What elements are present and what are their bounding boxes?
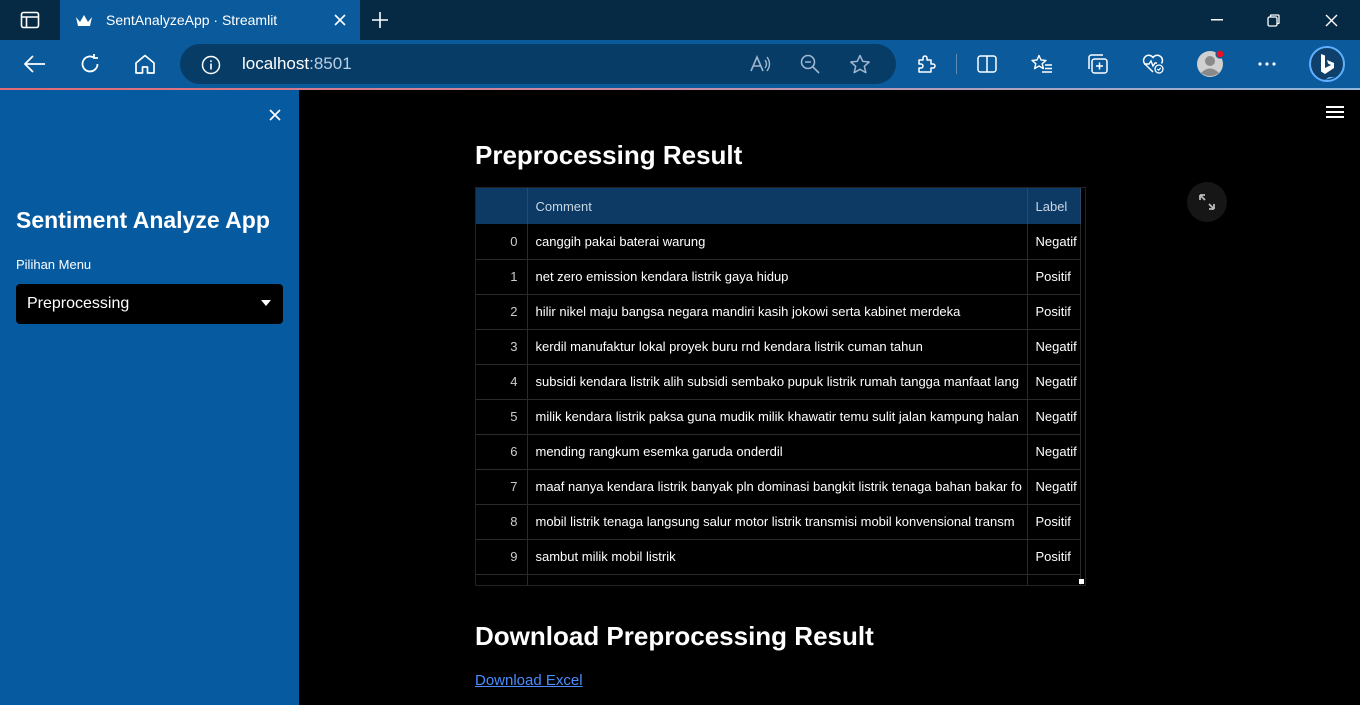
toolbar-separator: [956, 54, 957, 74]
active-tab[interactable]: SentAnalyzeApp · Streamlit: [60, 0, 360, 40]
table-row[interactable]: 1 net zero emission kendara listrik gaya …: [476, 259, 1081, 295]
row-index-cell[interactable]: 4: [476, 364, 528, 400]
table-row[interactable]: 2 hilir nikel maju bangsa negara mandiri …: [476, 294, 1081, 330]
url-host: localhost: [242, 54, 310, 73]
comment-cell[interactable]: sambut milik mobil listrik: [527, 539, 1028, 575]
main-content: Preprocessing Result Comment Label 0 cang…: [299, 90, 1360, 705]
empty-cell[interactable]: [476, 574, 528, 585]
collections-icon[interactable]: [1081, 48, 1115, 80]
home-icon[interactable]: [128, 48, 162, 80]
minimize-icon[interactable]: [1189, 0, 1245, 40]
refresh-icon[interactable]: [73, 48, 107, 80]
row-index-cell[interactable]: 6: [476, 434, 528, 470]
restore-icon[interactable]: [1245, 0, 1301, 40]
read-aloud-icon[interactable]: [748, 52, 774, 76]
comment-cell[interactable]: mobil listrik tenaga langsung salur moto…: [527, 504, 1028, 540]
favorite-star-icon[interactable]: [847, 52, 873, 76]
comment-cell[interactable]: canggih pakai baterai warung: [527, 224, 1028, 260]
profile-avatar[interactable]: [1193, 48, 1227, 80]
row-index-cell[interactable]: 8: [476, 504, 528, 540]
label-cell[interactable]: Negatif: [1027, 329, 1081, 365]
row-index-cell[interactable]: 1: [476, 259, 528, 295]
table-row[interactable]: 9 sambut milik mobil listrik Positif: [476, 539, 1081, 575]
dataframe-table: Comment Label 0 canggih pakai baterai war…: [476, 188, 1081, 585]
close-tab-icon[interactable]: [326, 6, 354, 34]
row-index-cell[interactable]: 2: [476, 294, 528, 330]
table-row[interactable]: 5 milik kendara listrik paksa guna mudik …: [476, 399, 1081, 435]
column-header-label[interactable]: Label: [1027, 188, 1081, 224]
download-excel-link[interactable]: Download Excel: [475, 672, 583, 689]
table-row[interactable]: 7 maaf nanya kendara listrik banyak pln d…: [476, 469, 1081, 505]
dataframe[interactable]: Comment Label 0 canggih pakai baterai war…: [475, 187, 1086, 586]
sidebar: Sentiment Analyze App Pilihan Menu Prepr…: [0, 90, 299, 705]
new-tab-icon[interactable]: [366, 6, 394, 34]
browser-essentials-icon[interactable]: [1136, 48, 1170, 80]
tab-actions-icon[interactable]: [8, 6, 52, 34]
label-cell[interactable]: Positif: [1027, 259, 1081, 295]
site-info-icon[interactable]: [200, 54, 222, 76]
row-index-cell[interactable]: 9: [476, 539, 528, 575]
comment-cell[interactable]: subsidi kendara listrik alih subsidi sem…: [527, 364, 1028, 400]
close-sidebar-icon[interactable]: [264, 104, 286, 126]
label-cell[interactable]: Negatif: [1027, 364, 1081, 400]
comment-cell[interactable]: hilir nikel maju bangsa negara mandiri k…: [527, 294, 1028, 330]
row-index-cell[interactable]: 0: [476, 224, 528, 260]
label-cell[interactable]: Positif: [1027, 294, 1081, 330]
table-row[interactable]: 4 subsidi kendara listrik alih subsidi se…: [476, 364, 1081, 400]
label-cell[interactable]: Positif: [1027, 504, 1081, 540]
row-index-cell[interactable]: 3: [476, 329, 528, 365]
empty-cell[interactable]: [1027, 574, 1081, 585]
url-port: :8501: [309, 54, 352, 73]
label-cell[interactable]: Negatif: [1027, 399, 1081, 435]
download-heading: Download Preprocessing Result: [475, 621, 874, 651]
row-index-cell[interactable]: 5: [476, 399, 528, 435]
label-cell[interactable]: Negatif: [1027, 224, 1081, 260]
label-cell[interactable]: Negatif: [1027, 469, 1081, 505]
comment-cell[interactable]: mending rangkum esemka garuda onderdil: [527, 434, 1028, 470]
more-menu-icon[interactable]: [1250, 48, 1284, 80]
streamlit-favicon: [74, 10, 94, 30]
table-row[interactable]: 3 kerdil manufaktur lokal proyek buru rnd…: [476, 329, 1081, 365]
close-window-icon[interactable]: [1303, 0, 1359, 40]
browser-toolbar: localhost:8501: [0, 40, 1360, 88]
column-header-comment[interactable]: Comment: [527, 188, 1028, 224]
menu-select-label: Pilihan Menu: [16, 257, 92, 272]
bing-copilot-icon[interactable]: [1306, 44, 1348, 84]
table-row[interactable]: 8 mobil listrik tenaga langsung salur mot…: [476, 504, 1081, 540]
chevron-down-icon: [261, 300, 271, 306]
label-cell[interactable]: Negatif: [1027, 434, 1081, 470]
table-header-row: Comment Label: [476, 188, 1081, 224]
app-title: Sentiment Analyze App: [16, 207, 270, 233]
hamburger-menu-icon[interactable]: [1326, 106, 1344, 120]
favorites-icon[interactable]: [1025, 48, 1059, 80]
comment-cell[interactable]: milik kendara listrik paksa guna mudik m…: [527, 399, 1028, 435]
row-index-cell[interactable]: 7: [476, 469, 528, 505]
empty-cell[interactable]: [527, 574, 1028, 585]
table-row[interactable]: 0 canggih pakai baterai warung Negatif: [476, 224, 1081, 260]
label-cell[interactable]: Positif: [1027, 539, 1081, 575]
address-bar[interactable]: localhost:8501: [180, 44, 896, 84]
table-row[interactable]: [476, 574, 1081, 585]
comment-cell[interactable]: net zero emission kendara listrik gaya h…: [527, 259, 1028, 295]
tab-title: SentAnalyzeApp · Streamlit: [106, 12, 278, 28]
table-row[interactable]: 6 mending rangkum esemka garuda onderdil N…: [476, 434, 1081, 470]
column-header-index[interactable]: [476, 188, 528, 224]
menu-select-value: Preprocessing: [27, 295, 130, 312]
extensions-icon[interactable]: [909, 48, 943, 80]
comment-cell[interactable]: kerdil manufaktur lokal proyek buru rnd …: [527, 329, 1028, 365]
browser-tab-bar: SentAnalyzeApp · Streamlit: [0, 0, 1360, 40]
zoom-out-icon[interactable]: [797, 52, 823, 76]
split-screen-icon[interactable]: [970, 48, 1004, 80]
back-icon[interactable]: [18, 48, 52, 80]
menu-select[interactable]: Preprocessing: [16, 284, 283, 324]
fullscreen-expand-icon[interactable]: [1187, 182, 1227, 222]
comment-cell[interactable]: maaf nanya kendara listrik banyak pln do…: [527, 469, 1028, 505]
resize-handle[interactable]: [1079, 579, 1084, 584]
url-text[interactable]: localhost:8501: [242, 54, 352, 74]
page-title: Preprocessing Result: [475, 140, 743, 170]
